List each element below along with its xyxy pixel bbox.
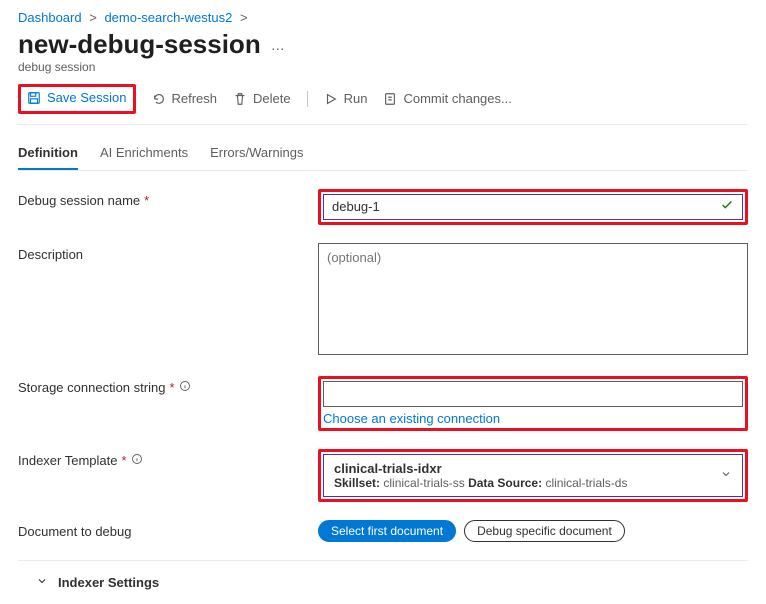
info-icon[interactable] bbox=[179, 380, 191, 395]
more-actions-button[interactable]: … bbox=[271, 37, 285, 53]
tab-definition[interactable]: Definition bbox=[18, 139, 78, 170]
delete-label: Delete bbox=[253, 91, 291, 106]
breadcrumb-separator: > bbox=[89, 10, 97, 25]
required-indicator: * bbox=[144, 193, 149, 208]
toolbar-divider bbox=[307, 91, 308, 107]
choose-existing-connection-link[interactable]: Choose an existing connection bbox=[323, 411, 500, 426]
indexer-template-meta: Skillset: clinical-trials-ss Data Source… bbox=[334, 476, 627, 490]
trash-icon bbox=[233, 92, 247, 106]
breadcrumb: Dashboard > demo-search-westus2 > bbox=[18, 10, 748, 25]
run-button[interactable]: Run bbox=[324, 91, 368, 106]
delete-button[interactable]: Delete bbox=[233, 91, 291, 106]
chevron-down-icon bbox=[720, 468, 732, 483]
commit-label: Commit changes... bbox=[403, 91, 511, 106]
document-debug-toggle: Select first document Debug specific doc… bbox=[318, 520, 748, 542]
storage-conn-label: Storage connection string * bbox=[18, 376, 318, 395]
info-icon[interactable] bbox=[131, 453, 143, 468]
breadcrumb-link-dashboard[interactable]: Dashboard bbox=[18, 10, 82, 25]
breadcrumb-separator: > bbox=[240, 10, 248, 25]
toolbar: Save Session Refresh Delete Run Commit c… bbox=[18, 84, 748, 125]
indexer-settings-header[interactable]: Indexer Settings bbox=[18, 571, 748, 594]
chevron-down-icon bbox=[36, 575, 48, 590]
required-indicator: * bbox=[169, 380, 174, 395]
commit-icon bbox=[383, 92, 397, 106]
save-session-button[interactable]: Save Session bbox=[27, 90, 127, 105]
tab-errors-warnings[interactable]: Errors/Warnings bbox=[210, 139, 303, 170]
save-session-label: Save Session bbox=[47, 90, 127, 105]
section-divider bbox=[18, 560, 748, 561]
refresh-label: Refresh bbox=[172, 91, 218, 106]
indexer-template-dropdown[interactable]: clinical-trials-idxr Skillset: clinical-… bbox=[323, 454, 743, 497]
storage-conn-input[interactable] bbox=[332, 386, 734, 401]
tab-bar: Definition AI Enrichments Errors/Warning… bbox=[18, 139, 748, 171]
indexer-settings-label: Indexer Settings bbox=[58, 575, 159, 590]
run-label: Run bbox=[344, 91, 368, 106]
indexer-template-name: clinical-trials-idxr bbox=[334, 461, 627, 476]
description-textarea[interactable] bbox=[318, 243, 748, 355]
page-subtitle: debug session bbox=[18, 60, 748, 74]
session-name-label: Debug session name * bbox=[18, 189, 318, 208]
commit-changes-button[interactable]: Commit changes... bbox=[383, 91, 511, 106]
page-title: new-debug-session bbox=[18, 29, 261, 60]
play-icon bbox=[324, 92, 338, 106]
tab-ai-enrichments[interactable]: AI Enrichments bbox=[100, 139, 188, 170]
save-icon bbox=[27, 91, 41, 105]
indexer-template-label: Indexer Template * bbox=[18, 449, 318, 468]
refresh-icon bbox=[152, 92, 166, 106]
required-indicator: * bbox=[122, 453, 127, 468]
select-first-document-option[interactable]: Select first document bbox=[318, 520, 456, 542]
session-name-input[interactable] bbox=[332, 199, 720, 214]
document-to-debug-label: Document to debug bbox=[18, 520, 318, 539]
refresh-button[interactable]: Refresh bbox=[152, 91, 218, 106]
description-label: Description bbox=[18, 243, 318, 262]
debug-specific-document-option[interactable]: Debug specific document bbox=[464, 520, 625, 542]
check-icon bbox=[720, 198, 734, 215]
breadcrumb-link-resource[interactable]: demo-search-westus2 bbox=[104, 10, 232, 25]
